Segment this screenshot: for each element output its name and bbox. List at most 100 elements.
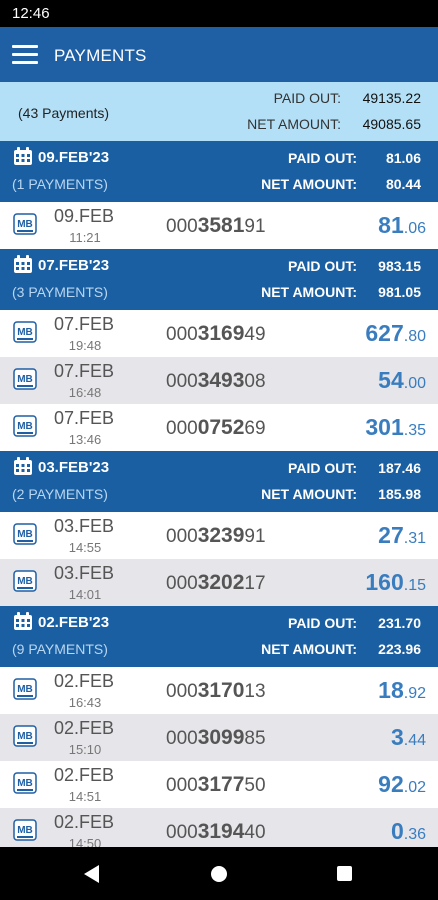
payment-date: 07.FEB: [54, 408, 115, 428]
group-date: 02.FEB'23: [38, 614, 110, 631]
payment-reference: 000349308: [166, 369, 266, 393]
amount-integer: 92: [378, 771, 404, 797]
reference-main: 3581: [197, 214, 245, 237]
reference-main: 3099: [197, 726, 245, 749]
summary-net-amount: NET AMOUNT: 49085.65: [247, 116, 421, 134]
group-payments-count: (2 PAYMENTS): [12, 486, 108, 502]
payment-amount: 18.92: [378, 677, 426, 704]
group-header[interactable]: 02.FEB'23 (9 PAYMENTS) PAID OUT: 231.70 NET …: [0, 606, 438, 667]
reference-prefix: 000: [166, 526, 198, 547]
payment-row[interactable]: MB 07.FEB 13:46 000075269 301.35: [0, 404, 438, 451]
amount-decimals: .02: [403, 779, 426, 796]
recents-icon[interactable]: [337, 866, 352, 881]
payment-row[interactable]: MB 07.FEB 16:48 000349308 54.00: [0, 357, 438, 404]
reference-suffix: 08: [244, 371, 266, 392]
net-amount-label: NET AMOUNT:: [247, 116, 341, 132]
reference-prefix: 000: [166, 371, 198, 392]
reference-suffix: 17: [244, 573, 266, 594]
amount-integer: 160: [365, 569, 404, 595]
paid-out-value: 49135.22: [362, 90, 421, 106]
page-title: PAYMENTS: [54, 46, 147, 65]
calendar-icon: [13, 147, 33, 166]
amount-decimals: .92: [403, 685, 426, 702]
status-bar: 12:46: [0, 0, 438, 27]
net-amount-label: NET AMOUNT:: [261, 641, 357, 657]
svg-text:MB: MB: [17, 576, 33, 587]
reference-main: 3177: [197, 773, 245, 796]
payment-row[interactable]: MB 02.FEB 14:50 000319440 0.36: [0, 808, 438, 847]
net-amount-label: NET AMOUNT:: [261, 176, 357, 192]
home-icon[interactable]: [211, 866, 227, 882]
paid-out-value: 187.46: [378, 460, 421, 476]
reference-prefix: 000: [166, 775, 198, 796]
group-paid-out: PAID OUT: 187.46: [288, 460, 421, 476]
multibanco-icon: MB: [13, 772, 37, 794]
payment-date: 07.FEB: [54, 361, 115, 381]
payment-time: 16:43: [68, 695, 102, 710]
payment-amount: 627.80: [365, 320, 426, 347]
payment-row[interactable]: MB 02.FEB 15:10 000309985 3.44: [0, 714, 438, 761]
payment-time: 15:10: [68, 742, 102, 757]
svg-text:MB: MB: [17, 421, 33, 432]
payment-date: 02.FEB: [54, 718, 115, 738]
group-payments-count: (9 PAYMENTS): [12, 641, 108, 657]
reference-suffix: 91: [244, 526, 266, 547]
group-net-amount: NET AMOUNT: 981.05: [261, 284, 421, 300]
svg-text:MB: MB: [17, 731, 33, 742]
group-paid-out: PAID OUT: 81.06: [288, 150, 421, 166]
group-net-amount: NET AMOUNT: 185.98: [261, 486, 421, 502]
payment-amount: 3.44: [391, 724, 426, 751]
amount-integer: 27: [378, 522, 404, 548]
amount-decimals: .06: [403, 220, 426, 237]
payment-amount: 160.15: [365, 569, 426, 596]
amount-decimals: .44: [403, 732, 426, 749]
net-amount-value: 185.98: [378, 486, 421, 502]
svg-text:MB: MB: [17, 825, 33, 836]
multibanco-icon: MB: [13, 570, 37, 592]
reference-suffix: 49: [244, 324, 266, 345]
payment-row[interactable]: MB 02.FEB 16:43 000317013 18.92: [0, 667, 438, 714]
group-header[interactable]: 07.FEB'23 (3 PAYMENTS) PAID OUT: 983.15 NET …: [0, 249, 438, 310]
payment-time: 19:48: [68, 338, 102, 353]
reference-main: 3202: [197, 571, 245, 594]
group-header[interactable]: 09.FEB'23 (1 PAYMENTS) PAID OUT: 81.06 NET A…: [0, 141, 438, 202]
group-header[interactable]: 03.FEB'23 (2 PAYMENTS) PAID OUT: 187.46 NET …: [0, 451, 438, 512]
paid-out-value: 231.70: [378, 615, 421, 631]
payment-row[interactable]: MB 09.FEB 11:21 000358191 81.06: [0, 202, 438, 249]
payment-amount: 301.35: [365, 414, 426, 441]
net-amount-value: 223.96: [378, 641, 421, 657]
payment-row[interactable]: MB 07.FEB 19:48 000316949 627.80: [0, 310, 438, 357]
back-icon[interactable]: [84, 865, 99, 883]
group-paid-out: PAID OUT: 231.70: [288, 615, 421, 631]
app-bar: PAYMENTS: [0, 27, 438, 82]
amount-decimals: .36: [403, 826, 426, 843]
payment-reference: 000075269: [166, 416, 266, 440]
payment-time: 14:50: [68, 836, 102, 847]
payment-date: 02.FEB: [54, 812, 115, 832]
reference-main: 3169: [197, 322, 245, 345]
group-payments-count: (1 PAYMENTS): [12, 176, 108, 192]
payment-reference: 000316949: [166, 322, 266, 346]
amount-integer: 627: [365, 320, 404, 346]
payment-row[interactable]: MB 03.FEB 14:55 000323991 27.31: [0, 512, 438, 559]
group-net-amount: NET AMOUNT: 80.44: [261, 176, 421, 192]
reference-prefix: 000: [166, 822, 198, 843]
reference-main: 3194: [197, 820, 245, 843]
reference-prefix: 000: [166, 681, 198, 702]
payment-row[interactable]: MB 02.FEB 14:51 000317750 92.02: [0, 761, 438, 808]
reference-main: 0752: [197, 416, 245, 439]
reference-prefix: 000: [166, 216, 198, 237]
payment-amount: 0.36: [391, 818, 426, 845]
payment-row[interactable]: MB 03.FEB 14:01 000320217 160.15: [0, 559, 438, 606]
multibanco-icon: MB: [13, 415, 37, 437]
payments-list[interactable]: 09.FEB'23 (1 PAYMENTS) PAID OUT: 81.06 NET A…: [0, 141, 438, 847]
payment-amount: 54.00: [378, 367, 426, 394]
net-amount-value: 80.44: [385, 176, 421, 192]
group-date: 09.FEB'23: [38, 149, 110, 166]
payment-time: 16:48: [68, 385, 102, 400]
payment-amount: 27.31: [378, 522, 426, 549]
payment-date: 09.FEB: [54, 206, 115, 226]
menu-icon[interactable]: [12, 45, 38, 65]
reference-prefix: 000: [166, 573, 198, 594]
multibanco-icon: MB: [13, 321, 37, 343]
